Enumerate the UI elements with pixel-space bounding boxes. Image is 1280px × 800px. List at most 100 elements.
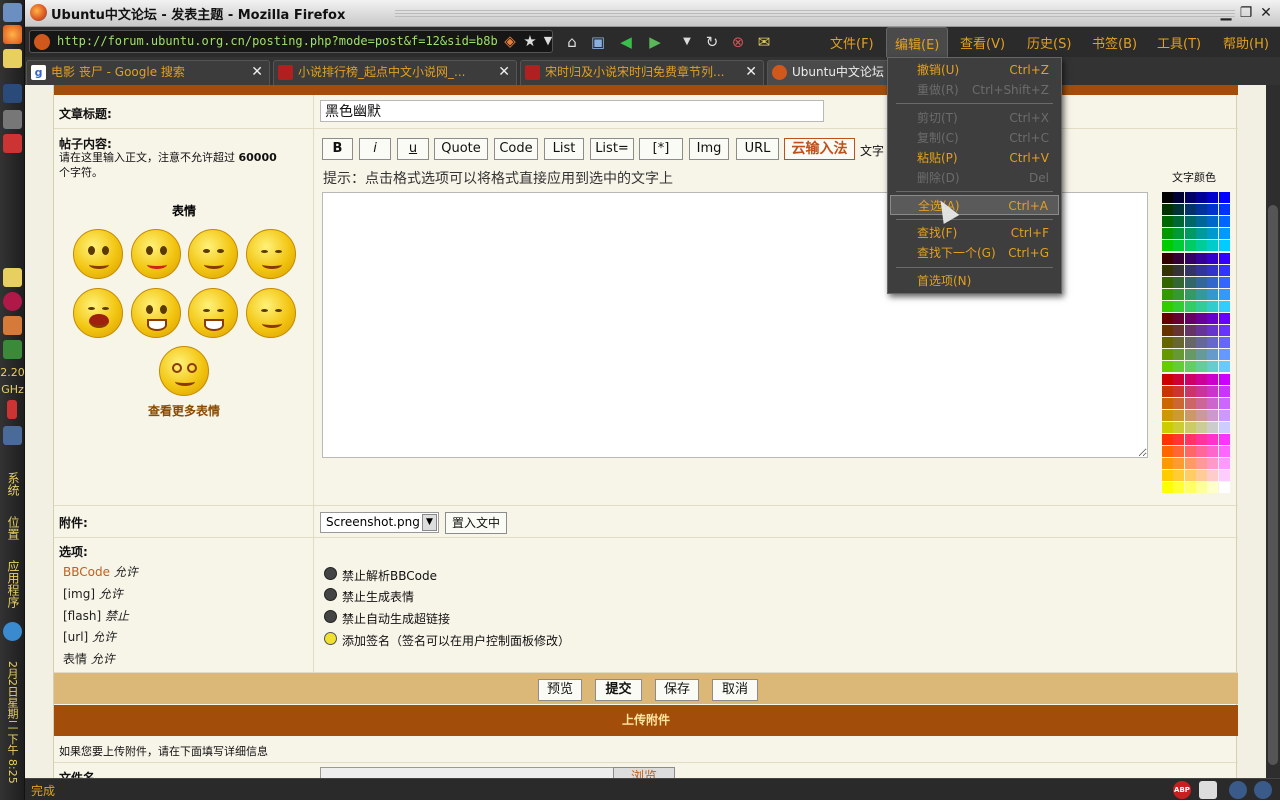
color-swatch[interactable] (1184, 325, 1196, 337)
color-swatch[interactable] (1162, 288, 1173, 300)
browser-icon[interactable] (3, 622, 22, 641)
bookmarks-icon[interactable]: ▣ (588, 32, 608, 52)
color-swatch[interactable] (1207, 397, 1219, 409)
file-input[interactable] (320, 767, 614, 778)
color-swatch[interactable] (1195, 446, 1207, 458)
globe-icon[interactable] (1229, 781, 1247, 799)
color-swatch[interactable] (1207, 252, 1219, 264)
radio-icon[interactable] (324, 610, 337, 623)
color-swatch[interactable] (1173, 409, 1185, 421)
submit-button[interactable]: 提交 (595, 679, 642, 701)
color-swatch[interactable] (1207, 409, 1219, 421)
color-swatch[interactable] (1173, 252, 1185, 264)
firefox-icon[interactable] (3, 25, 22, 44)
disable-smilies-option[interactable]: 禁止生成表情 (324, 588, 414, 605)
color-swatch[interactable] (1184, 192, 1196, 203)
menu-item-find[interactable]: 查找(F) Ctrl+F (890, 223, 1059, 243)
tab-close-icon[interactable]: ✕ (745, 61, 757, 84)
color-swatch[interactable] (1162, 397, 1173, 409)
color-swatch[interactable] (1195, 349, 1207, 361)
color-swatch[interactable] (1195, 361, 1207, 373)
color-swatch[interactable] (1218, 276, 1230, 288)
color-swatch[interactable] (1218, 397, 1230, 409)
color-swatch[interactable] (1173, 204, 1185, 216)
color-swatch[interactable] (1162, 252, 1173, 264)
color-swatch[interactable] (1195, 288, 1207, 300)
color-swatch[interactable] (1195, 276, 1207, 288)
color-swatch[interactable] (1173, 313, 1185, 324)
color-swatch[interactable] (1195, 421, 1207, 433)
color-swatch[interactable] (1207, 349, 1219, 361)
color-swatch[interactable] (1207, 446, 1219, 458)
menu-file[interactable]: 文件(F) (830, 33, 874, 52)
color-swatch[interactable] (1173, 337, 1185, 349)
home-icon[interactable]: ⌂ (562, 32, 582, 52)
cancel-button[interactable]: 取消 (712, 679, 758, 701)
adblock-icon[interactable]: ABP (1173, 781, 1191, 799)
color-swatch[interactable] (1207, 300, 1219, 312)
tab-novel[interactable]: 宋时归及小说宋时归免费章节列... ✕ (520, 60, 764, 85)
color-swatch[interactable] (1218, 192, 1230, 203)
subject-input[interactable] (320, 100, 824, 122)
sync-icon[interactable] (1254, 781, 1272, 799)
color-swatch[interactable] (1195, 216, 1207, 228)
smiley-happy[interactable] (73, 229, 123, 279)
menu-applications[interactable]: 应用程序 (0, 553, 25, 615)
img-button[interactable]: Img (689, 138, 729, 160)
color-swatch[interactable] (1162, 409, 1173, 421)
color-swatch[interactable] (1195, 313, 1207, 324)
url-button[interactable]: URL (736, 138, 779, 160)
color-swatch[interactable] (1173, 458, 1185, 470)
smiley-giggle[interactable] (246, 229, 296, 279)
tab-google[interactable]: g 电影 丧尸 - Google 搜索 ✕ (26, 60, 270, 85)
color-swatch[interactable] (1162, 446, 1173, 458)
color-swatch[interactable] (1173, 240, 1185, 252)
color-swatch[interactable] (1195, 252, 1207, 264)
menu-edit[interactable]: 编辑(E) (886, 27, 949, 57)
stop-icon[interactable]: ⊗ (728, 32, 748, 52)
color-swatch[interactable] (1207, 240, 1219, 252)
virtualbox-icon[interactable] (3, 3, 22, 22)
radio-icon[interactable] (324, 588, 337, 601)
color-swatch[interactable] (1173, 288, 1185, 300)
color-swatch[interactable] (1195, 470, 1207, 482)
color-swatch[interactable] (1195, 240, 1207, 252)
color-swatch[interactable] (1218, 421, 1230, 433)
color-swatch[interactable] (1184, 252, 1196, 264)
underline-button[interactable]: u (397, 138, 429, 160)
more-smilies-link[interactable]: 查看更多表情 (54, 402, 314, 419)
color-swatch[interactable] (1162, 300, 1173, 312)
smiley-sweat[interactable] (131, 288, 181, 338)
color-swatch[interactable] (1207, 434, 1219, 445)
color-swatch[interactable] (1195, 373, 1207, 385)
menu-item-preferences[interactable]: 首选项(N) (890, 271, 1059, 291)
color-swatch[interactable] (1207, 325, 1219, 337)
back-icon[interactable]: ◀ (616, 32, 636, 52)
color-swatch[interactable] (1162, 337, 1173, 349)
color-swatch[interactable] (1207, 361, 1219, 373)
color-swatch[interactable] (1162, 482, 1173, 494)
menu-tools[interactable]: 工具(T) (1157, 33, 1201, 52)
minimize-icon[interactable]: ▁ (1217, 4, 1235, 22)
color-swatch[interactable] (1207, 470, 1219, 482)
color-swatch[interactable] (1162, 458, 1173, 470)
color-swatch[interactable] (1173, 325, 1185, 337)
color-swatch[interactable] (1207, 421, 1219, 433)
url-dropdown-icon[interactable]: ▼ (538, 31, 558, 51)
radio-icon[interactable] (324, 632, 337, 645)
smiley-tongue[interactable] (131, 229, 181, 279)
drive-icon[interactable] (3, 110, 22, 129)
menu-item-undo[interactable]: 撤销(U) Ctrl+Z (890, 60, 1059, 80)
color-swatch[interactable] (1184, 337, 1196, 349)
color-swatch[interactable] (1173, 228, 1185, 240)
bookmark-star-icon[interactable]: ★ (520, 31, 540, 51)
workspace-icon[interactable] (3, 426, 22, 445)
color-swatch[interactable] (1218, 337, 1230, 349)
color-swatch[interactable] (1162, 192, 1173, 203)
color-swatch[interactable] (1218, 264, 1230, 276)
italic-button[interactable]: i (359, 138, 391, 160)
color-swatch[interactable] (1173, 385, 1185, 397)
color-swatch[interactable] (1218, 458, 1230, 470)
color-swatch[interactable] (1173, 361, 1185, 373)
menu-item-find-next[interactable]: 查找下一个(G) Ctrl+G (890, 243, 1059, 263)
